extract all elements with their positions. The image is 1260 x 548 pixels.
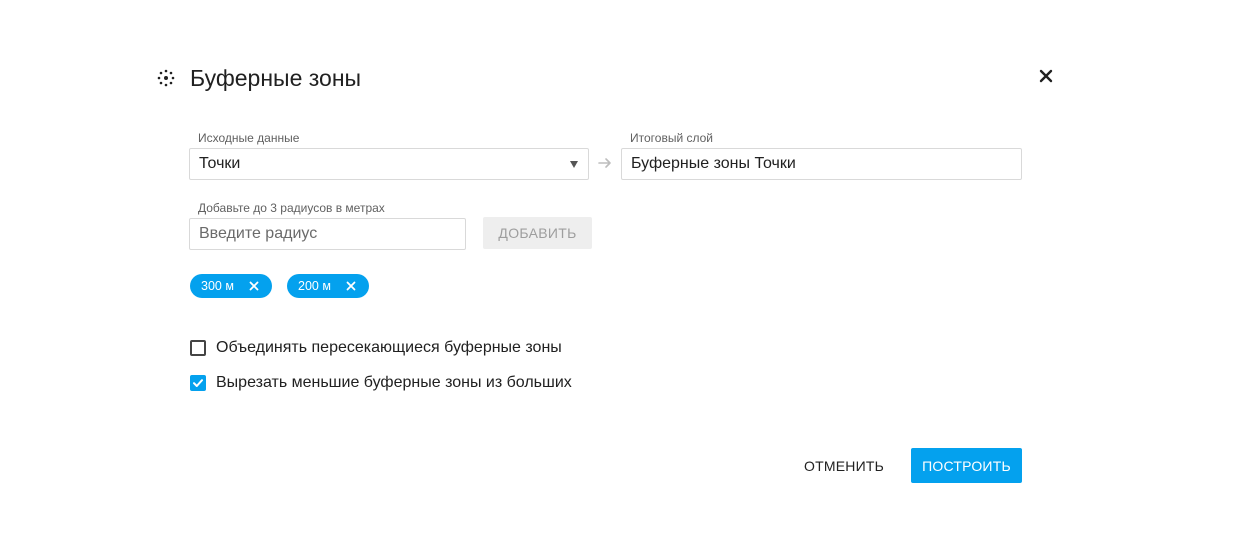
- close-button[interactable]: [1034, 66, 1058, 90]
- remove-chip-icon[interactable]: [341, 276, 361, 296]
- result-layer-input[interactable]: Буферные зоны Точки: [621, 148, 1022, 180]
- source-label: Исходные данные: [198, 131, 300, 145]
- source-select[interactable]: Точки: [189, 148, 589, 180]
- radius-chip: 200 м: [287, 274, 369, 298]
- result-layer-value: Буферные зоны Точки: [631, 155, 796, 172]
- build-button[interactable]: ПОСТРОИТЬ: [911, 448, 1022, 483]
- radius-input[interactable]: [189, 218, 466, 250]
- buffer-circle-icon: [155, 67, 177, 89]
- dialog-title: Буферные зоны: [190, 65, 362, 91]
- cut-zones-checkbox[interactable]: [190, 375, 206, 391]
- radius-chip-label: 200 м: [298, 279, 331, 293]
- close-icon: [1039, 69, 1053, 88]
- buffer-zones-dialog: Буферные зоны Исходные данные Точки Итог…: [0, 0, 1260, 548]
- radius-chip-label: 300 м: [201, 279, 234, 293]
- cancel-button[interactable]: ОТМЕНИТЬ: [790, 450, 898, 482]
- cut-zones-option[interactable]: Вырезать меньшие буферные зоны из больши…: [190, 374, 572, 392]
- merge-zones-label: Объединять пересекающиеся буферные зоны: [216, 339, 562, 356]
- result-label: Итоговый слой: [630, 131, 713, 145]
- dropdown-arrow-icon: [570, 161, 578, 168]
- source-select-value: Точки: [199, 155, 241, 172]
- cut-zones-label: Вырезать меньшие буферные зоны из больши…: [216, 374, 572, 391]
- add-radius-button[interactable]: ДОБАВИТЬ: [483, 217, 592, 249]
- remove-chip-icon[interactable]: [244, 276, 264, 296]
- arrow-right-icon: [596, 154, 614, 172]
- radius-label: Добавьте до 3 радиусов в метрах: [198, 201, 385, 215]
- checkmark-icon: [193, 379, 203, 387]
- radius-chip: 300 м: [190, 274, 272, 298]
- merge-zones-option[interactable]: Объединять пересекающиеся буферные зоны: [190, 339, 562, 357]
- merge-zones-checkbox[interactable]: [190, 340, 206, 356]
